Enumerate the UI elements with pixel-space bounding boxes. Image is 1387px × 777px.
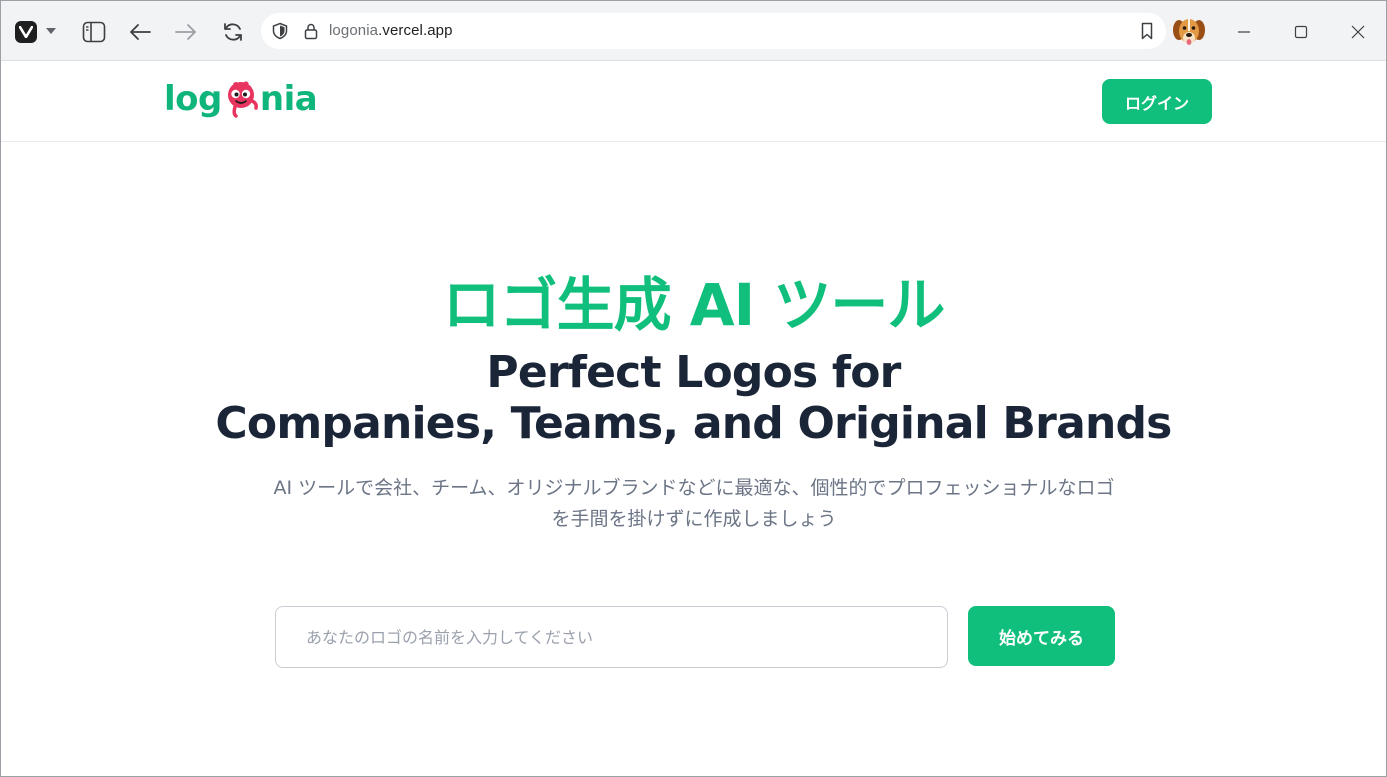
reload-button[interactable] <box>220 19 246 45</box>
login-button[interactable]: ログイン <box>1102 79 1212 124</box>
close-button[interactable] <box>1345 19 1371 45</box>
vivaldi-logo-icon <box>15 21 37 43</box>
logonia-logo[interactable]: log nia <box>164 77 318 121</box>
hero-subtitle: AI ツールで会社、チーム、オリジナルブランドなどに最適な、個性的でプロフェッシ… <box>244 473 1144 535</box>
shield-icon[interactable] <box>271 22 289 40</box>
hero-subtitle-line1: AI ツールで会社、チーム、オリジナルブランドなどに最適な、個性的でプロフェッシ… <box>273 477 1115 499</box>
address-bar[interactable]: logonia.vercel.app <box>261 13 1166 49</box>
hero-title-en-line1: Perfect Logos for <box>486 347 901 398</box>
maximize-button[interactable] <box>1288 19 1314 45</box>
url-text[interactable]: logonia.vercel.app <box>329 22 453 39</box>
panel-toggle-icon <box>82 21 106 43</box>
logo-text-right: nia <box>259 79 318 119</box>
hero-title-en-line2: Companies, Teams, and Original Brands <box>215 398 1172 449</box>
browser-window: logonia.vercel.app log nia ログイン ロゴ生成 AI … <box>0 0 1387 777</box>
url-domain-suffix: .vercel.app <box>378 22 453 39</box>
site-header: log nia ログイン <box>1 61 1386 142</box>
minimize-button[interactable] <box>1231 19 1257 45</box>
vivaldi-menu-button[interactable] <box>13 19 39 45</box>
hero-subtitle-line2: を手間を掛けずに作成しましょう <box>551 508 837 530</box>
logo-name-input[interactable] <box>275 606 948 668</box>
hero-title-ja: ロゴ生成 AI ツール <box>442 271 946 339</box>
minimize-icon <box>1238 31 1250 33</box>
forward-button[interactable] <box>173 19 199 45</box>
logo-text-left: log <box>164 79 222 119</box>
maximize-icon <box>1294 25 1308 39</box>
arrow-right-icon <box>175 24 196 40</box>
hero-title-en: Perfect Logos for Companies, Teams, and … <box>1 347 1386 449</box>
bookmark-icon[interactable] <box>1139 22 1155 40</box>
url-domain-prefix: logonia <box>329 22 379 39</box>
arrow-left-icon <box>130 24 151 40</box>
dog-avatar-icon[interactable] <box>1172 15 1206 49</box>
chevron-down-icon[interactable] <box>43 23 59 39</box>
start-button[interactable]: 始めてみる <box>968 606 1115 666</box>
panel-toggle-button[interactable] <box>81 19 107 45</box>
reload-icon <box>224 23 242 41</box>
lock-icon[interactable] <box>303 22 319 40</box>
close-icon <box>1351 25 1365 39</box>
back-button[interactable] <box>127 19 153 45</box>
mascot-icon <box>227 81 258 118</box>
browser-toolbar: logonia.vercel.app <box>1 1 1386 61</box>
